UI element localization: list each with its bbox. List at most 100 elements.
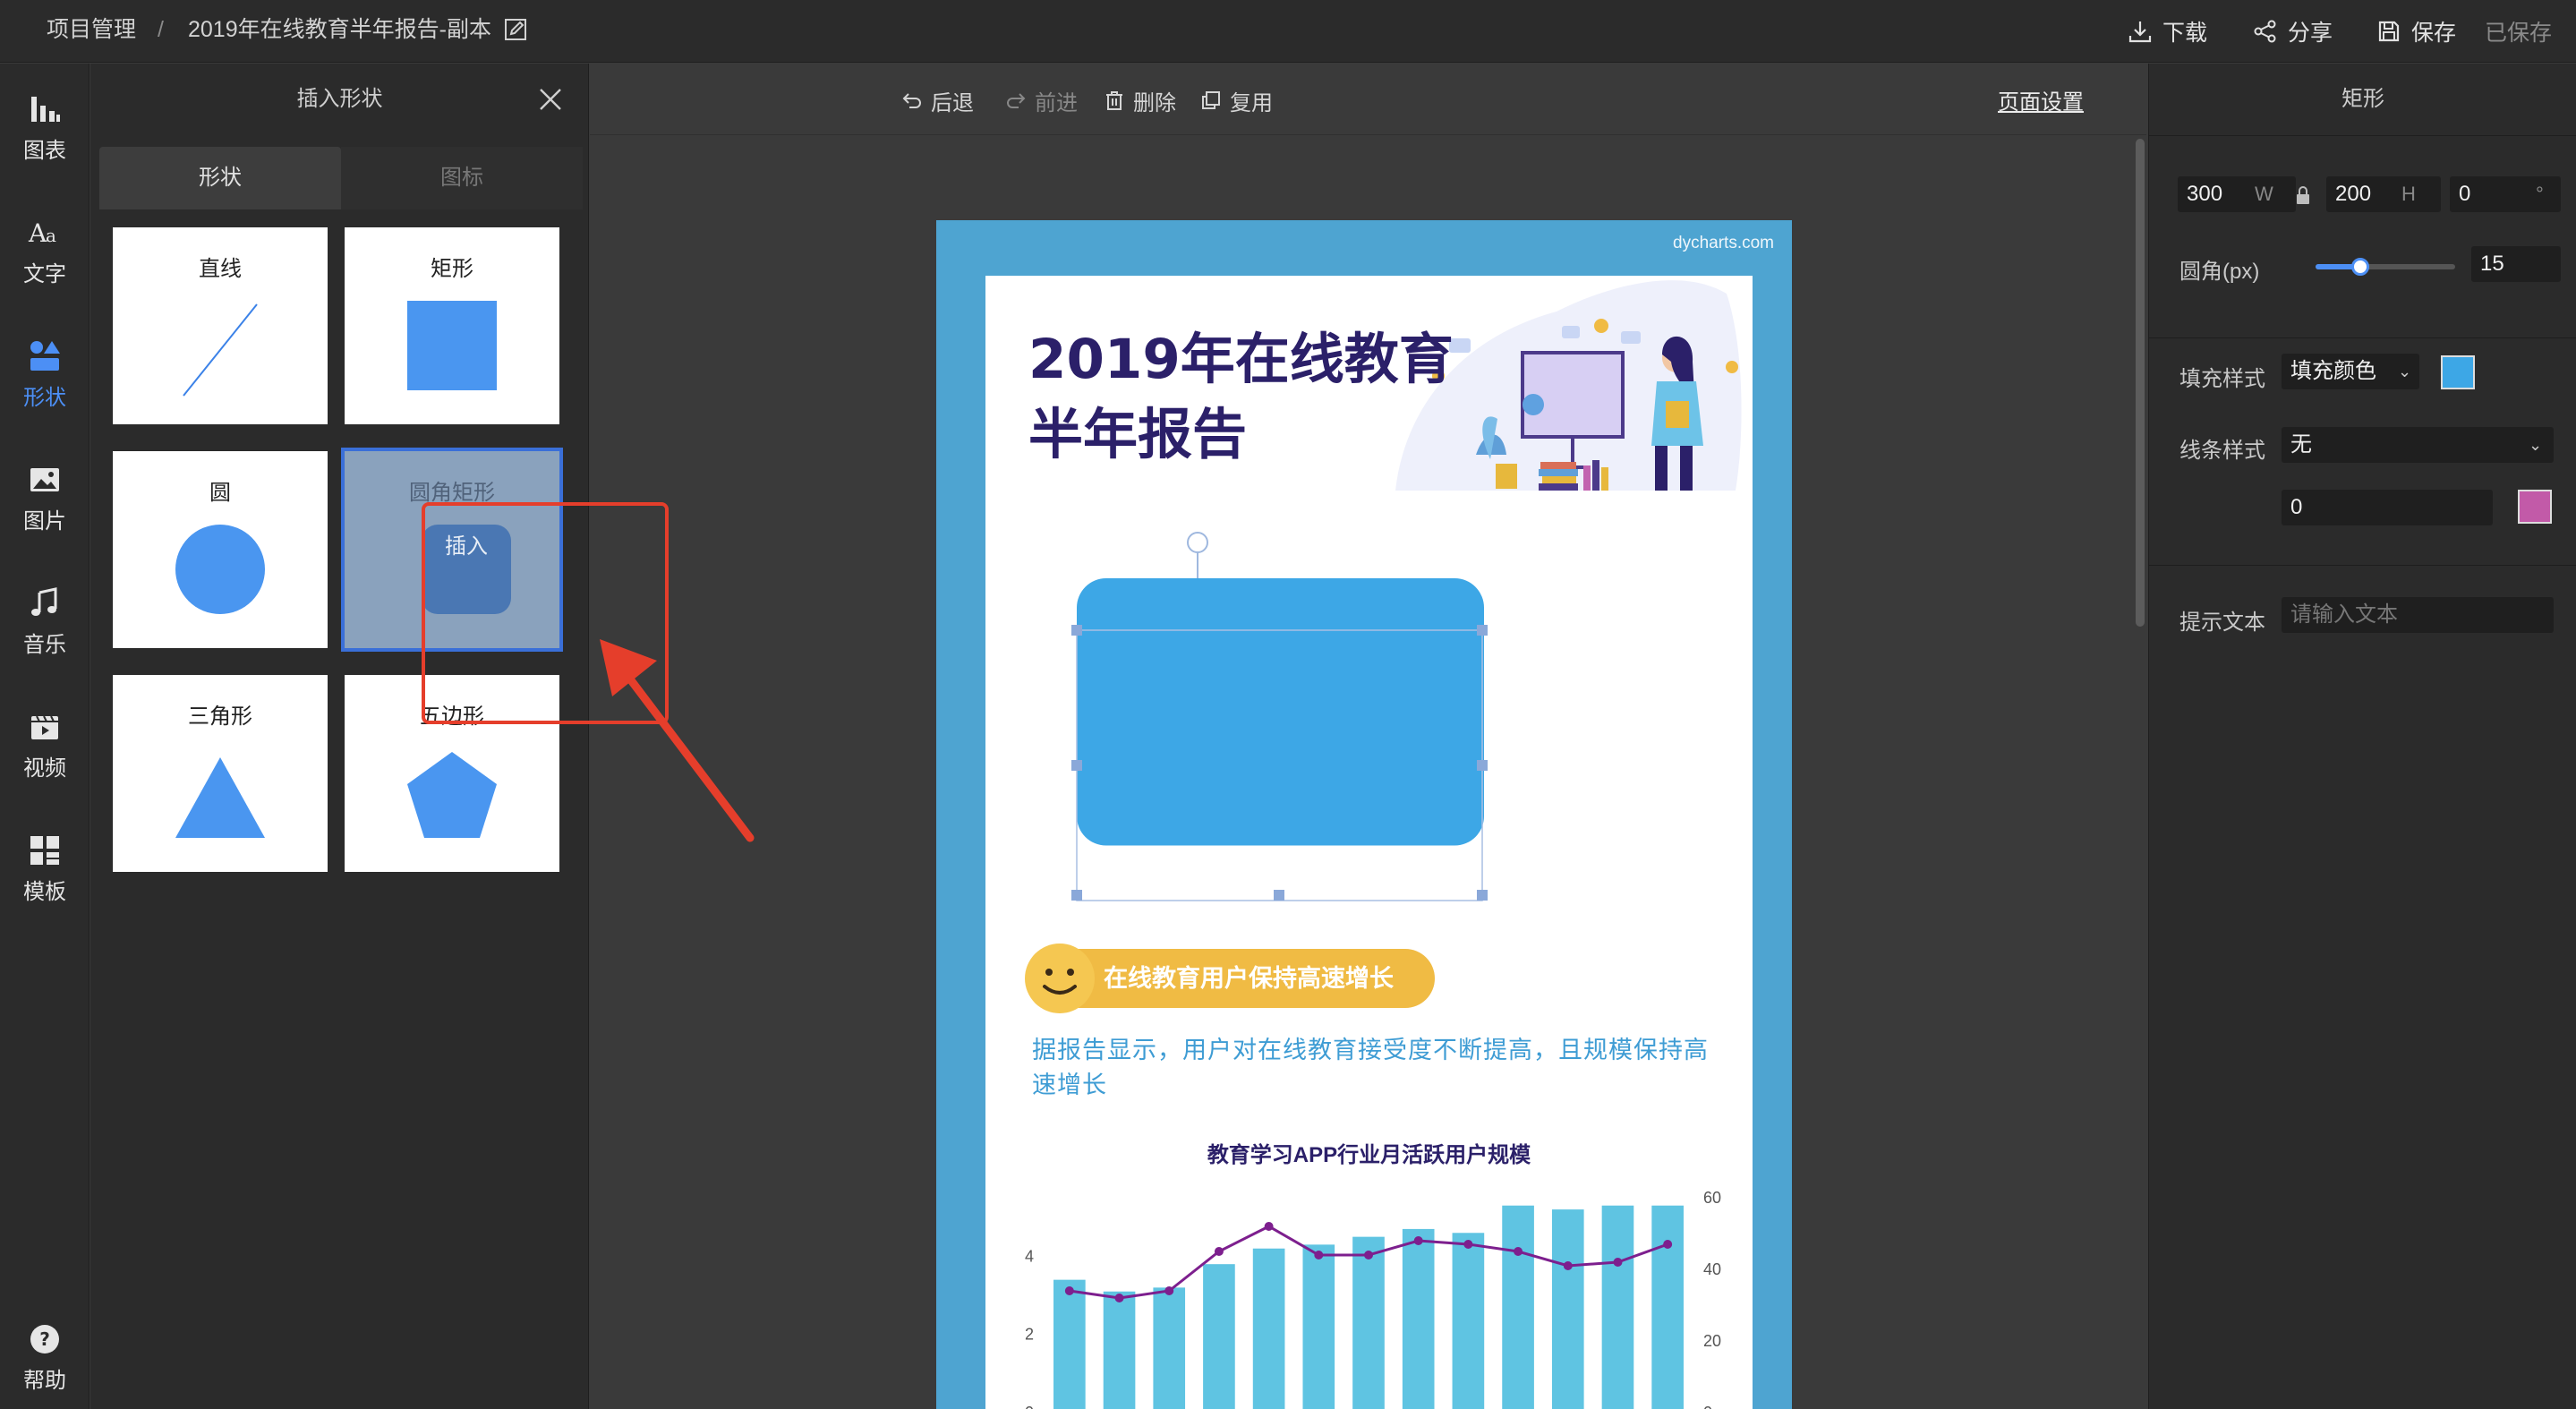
props-divider xyxy=(2149,337,2576,338)
pentagon-shape-icon xyxy=(407,752,497,838)
redo-button[interactable]: 前进 xyxy=(1004,84,1078,116)
rotate-handle[interactable] xyxy=(1187,532,1208,553)
page-settings-link[interactable]: 页面设置 xyxy=(1998,84,2084,115)
nav-item-chart[interactable]: 图表 xyxy=(0,78,90,176)
stroke-select[interactable]: 无 ⌄ xyxy=(2282,427,2554,463)
height-input[interactable]: 200 H xyxy=(2326,176,2441,212)
breadcrumb-root[interactable]: 项目管理 xyxy=(47,0,136,63)
edit-icon[interactable] xyxy=(503,17,528,42)
delete-label: 删除 xyxy=(1133,90,1176,115)
stroke-color-swatch[interactable] xyxy=(2518,490,2552,524)
chart-bar xyxy=(1302,1244,1335,1409)
shape-card-rectangle[interactable]: 矩形 xyxy=(345,227,559,424)
canvas-scrollbar[interactable] xyxy=(2136,139,2145,627)
nav-item-image[interactable]: 图片 xyxy=(0,448,90,547)
chart-bar xyxy=(1502,1205,1534,1409)
tab-shapes[interactable]: 形状 xyxy=(99,147,341,209)
saved-status: 已保存 xyxy=(2485,21,2553,46)
shape-label: 矩形 xyxy=(431,257,473,281)
nav-item-shape[interactable]: 形状 xyxy=(0,325,90,423)
chart-line-point xyxy=(1563,1261,1573,1270)
report-title-line1: 2019年在线教育 xyxy=(1028,328,1454,391)
stroke-width-input[interactable]: 0 xyxy=(2282,490,2493,525)
nav-item-template[interactable]: 模板 xyxy=(0,819,90,918)
duplicate-label: 复用 xyxy=(1230,90,1273,115)
report-title-line2: 半年报告 xyxy=(1028,403,1248,466)
shape-card-triangle[interactable]: 三角形 xyxy=(113,675,328,872)
close-icon[interactable] xyxy=(538,87,563,112)
radius-input[interactable]: 15 xyxy=(2471,246,2561,282)
report-page[interactable]: dycharts.com 2019年在线教育 半年报告 在线教育用户保持高速增长… xyxy=(936,220,1792,1409)
share-button[interactable]: 分享 xyxy=(2252,0,2333,63)
chart-line-point xyxy=(1214,1247,1224,1256)
save-button[interactable]: 保存 xyxy=(2376,0,2456,63)
shape-card-line[interactable]: 直线 xyxy=(113,227,328,424)
delete-button[interactable]: 删除 xyxy=(1103,84,1176,116)
circle-shape-icon xyxy=(175,525,265,614)
duplicate-button[interactable]: 复用 xyxy=(1199,84,1273,116)
chart-line-point xyxy=(1314,1251,1324,1260)
download-button[interactable]: 下载 xyxy=(2127,0,2207,63)
nav-item-video[interactable]: 视频 xyxy=(0,696,90,794)
redo-icon xyxy=(1007,93,1026,108)
share-icon xyxy=(2254,20,2276,43)
fill-select[interactable]: 填充颜色 ⌄ xyxy=(2282,354,2419,389)
props-divider xyxy=(2149,135,2576,136)
nav-label: 图片 xyxy=(23,508,66,534)
nav-label: 形状 xyxy=(23,385,66,410)
download-label: 下载 xyxy=(2162,21,2208,46)
lock-icon[interactable] xyxy=(2294,185,2312,205)
chart-line-point xyxy=(1064,1286,1074,1295)
red-arrow-icon xyxy=(600,639,755,842)
shape-card-circle[interactable]: 圆 xyxy=(113,451,328,648)
height-unit: H xyxy=(2401,183,2416,205)
nav-item-music[interactable]: 音乐 xyxy=(0,572,90,670)
chart-bar xyxy=(1551,1209,1584,1409)
chart-bar xyxy=(1053,1279,1086,1409)
copy-icon xyxy=(1202,91,1220,109)
rectangle-shape-icon xyxy=(407,301,497,390)
fill-select-value: 填充颜色 xyxy=(2290,359,2376,383)
undo-icon xyxy=(902,93,921,108)
shape-label: 圆角矩形 xyxy=(409,481,495,505)
chart-bar xyxy=(1153,1287,1186,1409)
hint-text-input[interactable]: 请输入文本 xyxy=(2282,597,2554,633)
badge-text: 在线教育用户保持高速增长 xyxy=(1104,965,1394,992)
shape-label: 圆 xyxy=(209,481,231,505)
share-label: 分享 xyxy=(2288,21,2333,46)
mau-chart: 024020406016年6月16年7月16年8月16年9月16年10月16年1… xyxy=(1025,1189,1721,1409)
y-right-tick-label: 60 xyxy=(1703,1189,1721,1207)
chart-line-point xyxy=(1114,1294,1124,1302)
svg-text:A: A xyxy=(28,218,47,248)
radius-slider-knob[interactable] xyxy=(2350,258,2369,276)
rotation-unit: ° xyxy=(2536,183,2544,205)
redo-label: 前进 xyxy=(1035,90,1078,115)
y-right-tick-label: 20 xyxy=(1703,1332,1721,1350)
music-icon xyxy=(31,586,57,616)
fill-color-swatch[interactable] xyxy=(2441,355,2475,389)
nav-item-help[interactable]: ? 帮助 xyxy=(0,1308,90,1406)
y-right-tick-label: 40 xyxy=(1703,1260,1721,1278)
report-description: 据报告显示，用户对在线教育接受度不断提高，且规模保持高速增长 xyxy=(1032,1037,1709,1098)
rounded-rectangle-shape[interactable] xyxy=(1077,578,1485,846)
nav-label: 音乐 xyxy=(23,632,66,657)
panel-title: 插入形状 xyxy=(296,87,383,111)
nav-item-text[interactable]: Aa 文字 xyxy=(0,201,90,300)
chart-line-point xyxy=(1413,1236,1423,1245)
undo-button[interactable]: 后退 xyxy=(900,84,974,116)
chart-line-point xyxy=(1663,1240,1673,1249)
tab-icons[interactable]: 图标 xyxy=(341,147,583,209)
rotation-input[interactable]: 0 ° xyxy=(2450,176,2561,212)
nav-label: 模板 xyxy=(23,879,66,904)
report-title: 2019年在线教育 半年报告 xyxy=(1028,322,1454,473)
chart-line-point xyxy=(1164,1286,1174,1295)
props-divider xyxy=(2149,565,2576,566)
selected-rounded-rectangle[interactable] xyxy=(1068,526,1485,846)
download-icon xyxy=(2128,21,2152,43)
width-unit: W xyxy=(2255,183,2273,205)
height-value: 200 xyxy=(2335,182,2372,206)
chart-line-point xyxy=(1613,1258,1623,1267)
template-icon xyxy=(30,835,59,865)
width-input[interactable]: 300 W xyxy=(2178,176,2296,212)
nav-label: 帮助 xyxy=(23,1368,66,1393)
